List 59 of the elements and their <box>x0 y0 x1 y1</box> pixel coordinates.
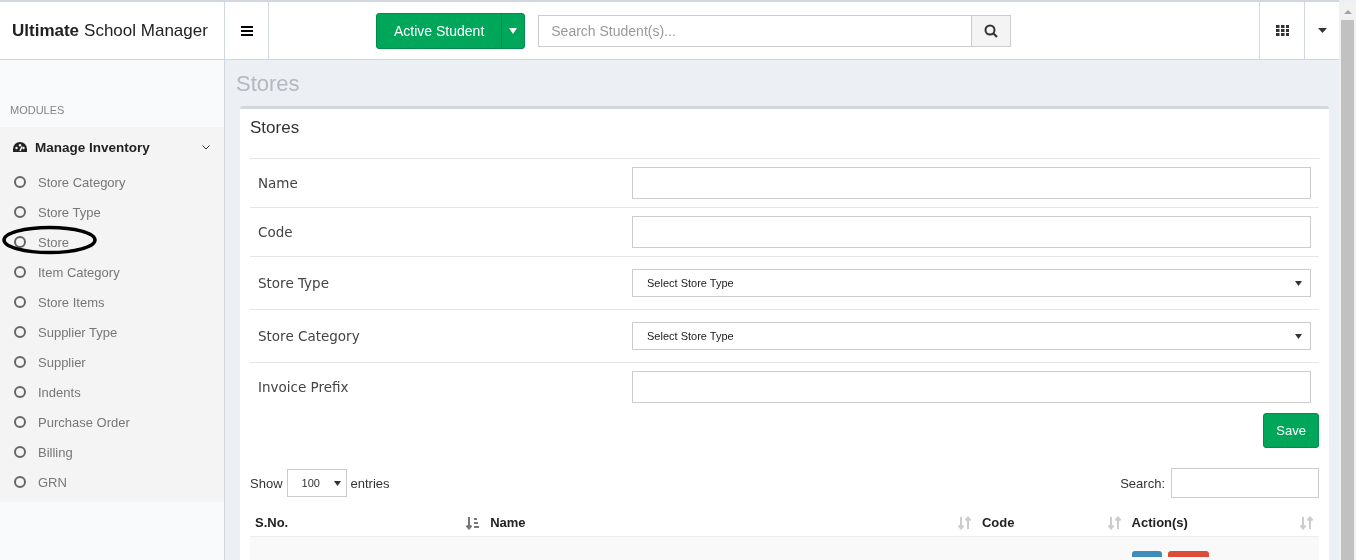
field-label: Invoice Prefix <box>258 379 350 395</box>
delete-button[interactable] <box>1167 551 1209 557</box>
menu-item[interactable]: Store Category <box>38 174 126 190</box>
menu-item[interactable]: Store Type <box>38 204 101 220</box>
chevron-down-icon[interactable] <box>202 145 210 150</box>
input-field[interactable] <box>632 216 1311 248</box>
table-search-field[interactable] <box>1171 468 1319 498</box>
column-header[interactable]: S.No. <box>250 508 486 537</box>
select-field[interactable]: Select Store Type <box>632 322 1311 350</box>
page-title: Stores <box>236 70 301 98</box>
caret-icon <box>1295 280 1302 286</box>
search-label: Search: <box>1120 475 1165 491</box>
field-label: Store Category <box>258 328 361 344</box>
edit-button[interactable] <box>1131 551 1162 557</box>
card-title: Stores <box>250 117 301 139</box>
input-field[interactable] <box>632 167 1311 199</box>
search-button[interactable] <box>972 14 1012 47</box>
column-header[interactable]: Name <box>485 508 977 537</box>
field-label: Code <box>258 224 294 240</box>
menu-item[interactable]: Store Items <box>38 294 105 310</box>
page-size-select[interactable]: 100 <box>286 469 347 497</box>
menu-item[interactable]: Supplier Type <box>38 324 118 340</box>
caret-icon <box>1295 333 1302 339</box>
circle-icon <box>14 446 26 458</box>
field-label: Name <box>258 175 299 191</box>
input-field[interactable] <box>632 371 1311 403</box>
save-button[interactable]: Save <box>1263 413 1319 448</box>
show-label: Show <box>250 475 283 491</box>
active-student-button[interactable]: Active Student <box>376 12 526 49</box>
circle-icon <box>14 386 26 398</box>
circle-icon <box>14 236 26 248</box>
circle-icon <box>14 416 26 428</box>
menu-item[interactable]: Indents <box>38 384 81 400</box>
menu-item[interactable]: Item Category <box>38 264 120 280</box>
menu-group-label[interactable]: Manage Inventory <box>35 140 202 155</box>
menu-item[interactable]: Store <box>38 234 70 250</box>
field-label: Store Type <box>258 275 330 291</box>
scrollbar-thumb[interactable] <box>1341 20 1354 560</box>
caret-icon <box>333 480 341 486</box>
search-icon <box>984 23 999 38</box>
menu-item[interactable]: GRN <box>38 474 67 490</box>
entries-label: entries <box>350 475 390 491</box>
circle-icon <box>14 356 26 368</box>
dashboard-icon <box>13 141 27 154</box>
circle-icon <box>14 326 26 338</box>
app-logo[interactable]: Ultimate School Manager <box>0 2 225 59</box>
menu-item[interactable]: Billing <box>38 444 73 460</box>
circle-icon <box>14 176 26 188</box>
menu-item[interactable]: Supplier <box>38 354 86 370</box>
select-field[interactable]: Select Store Type <box>632 269 1311 297</box>
menu-item[interactable]: Purchase Order <box>38 414 130 430</box>
circle-icon <box>14 476 26 488</box>
section-heading: MODULES <box>9 103 66 118</box>
circle-icon <box>14 206 26 218</box>
search-field[interactable]: Search Student(s)... <box>538 14 973 47</box>
column-header[interactable]: Action(s) <box>1126 508 1319 537</box>
circle-icon <box>14 266 26 278</box>
circle-icon <box>14 296 26 308</box>
column-header[interactable]: Code <box>976 508 1127 537</box>
